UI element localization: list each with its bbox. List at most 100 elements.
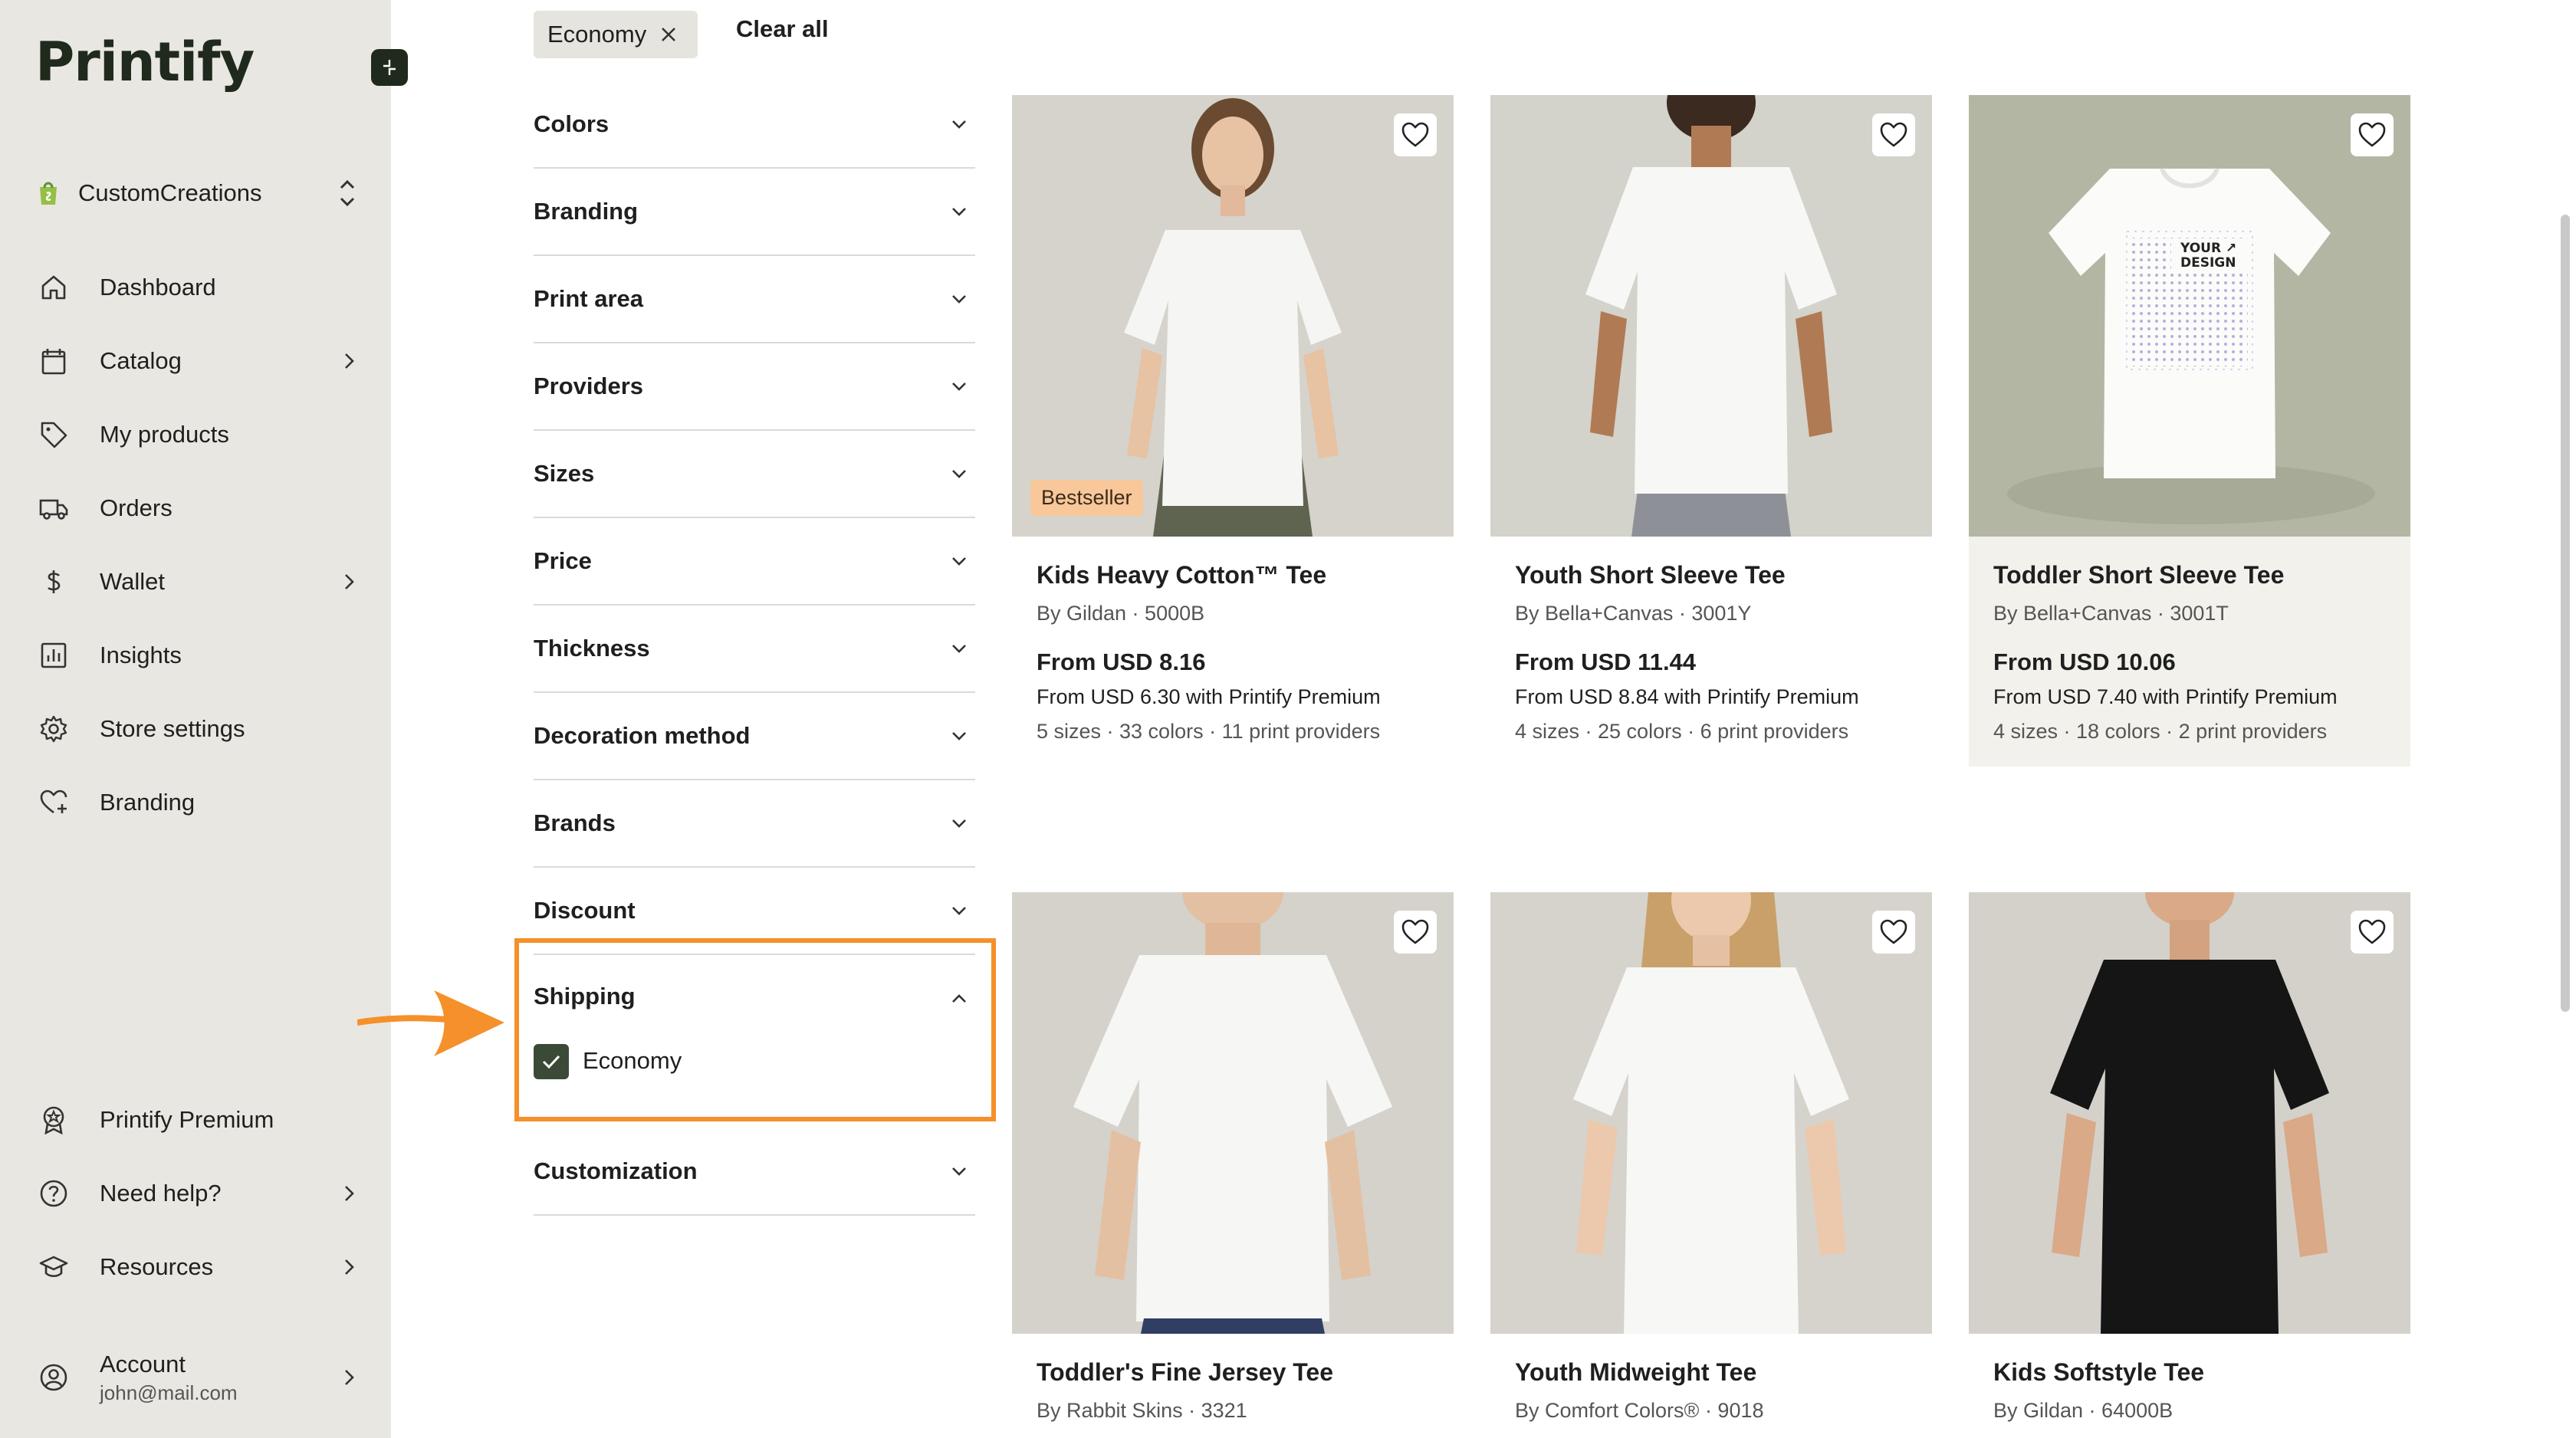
nav-resources[interactable]: Resources — [37, 1240, 359, 1294]
nav-my-products[interactable]: My products — [37, 408, 359, 461]
filter-thickness[interactable]: Thickness — [534, 606, 975, 693]
model-photo — [1585, 95, 1837, 537]
collapse-sidebar-button[interactable] — [371, 49, 408, 86]
store-switcher[interactable]: CustomCreations — [37, 170, 359, 216]
scrollbar[interactable] — [2561, 215, 2570, 1012]
nav-branding[interactable]: Branding — [37, 776, 359, 829]
chevron-down-icon — [952, 907, 966, 915]
nav-account[interactable]: Account john@mail.com — [37, 1349, 359, 1406]
nav-catalog[interactable]: Catalog — [37, 334, 359, 388]
product-price: From USD 11.44 — [1515, 648, 1697, 675]
nav-printify-premium[interactable]: Printify Premium — [37, 1093, 359, 1147]
nav-need-help[interactable]: Need help? — [37, 1167, 359, 1220]
economy-checkbox[interactable] — [534, 1044, 569, 1079]
tshirt-mockup: YOUR ↗ DESIGN — [2007, 167, 2375, 524]
nav-orders-label: Orders — [100, 494, 172, 521]
product-name[interactable]: Youth Midweight Tee — [1515, 1358, 1907, 1387]
svg-text:DESIGN: DESIGN — [2180, 255, 2236, 271]
filter-shipping[interactable]: Shipping — [534, 983, 636, 1010]
product-name[interactable]: Toddler's Fine Jersey Tee — [1037, 1358, 1429, 1387]
checkmark-icon — [542, 1055, 560, 1069]
product-card[interactable]: Toddler's Fine Jersey Tee By Rabbit Skin… — [1012, 892, 1454, 1438]
filter-label: Branding — [534, 198, 639, 225]
filter-print-area[interactable]: Print area — [534, 256, 975, 343]
product-premium-price: From USD 8.84 with Printify Premium — [1515, 685, 1859, 708]
tag-icon — [37, 418, 71, 451]
nav-branding-label: Branding — [100, 789, 196, 816]
filter-label: Discount — [534, 897, 636, 924]
product-card[interactable]: Kids Softstyle Tee By Gildan · 64000B — [1969, 892, 2410, 1438]
product-image[interactable]: YOUR ↗ DESIGN — [1969, 95, 2410, 537]
filter-price[interactable]: Price — [534, 518, 975, 606]
product-name[interactable]: Kids Softstyle Tee — [1993, 1358, 2386, 1387]
product-image[interactable]: Bestseller — [1012, 95, 1454, 537]
clear-all-button[interactable]: Clear all — [736, 15, 829, 43]
product-name[interactable]: Toddler Short Sleeve Tee — [1993, 561, 2386, 589]
product-name[interactable]: Youth Short Sleeve Tee — [1515, 561, 1907, 589]
product-card[interactable]: Bestseller Kids Heavy Cotton™ Tee By Gil… — [1012, 95, 1454, 767]
gear-icon — [37, 712, 71, 746]
filter-label: Decoration method — [534, 722, 751, 749]
filter-providers[interactable]: Providers — [534, 343, 975, 431]
product-card[interactable]: Youth Midweight Tee By Comfort Colors® ·… — [1490, 892, 1932, 1438]
product-meta: 4 sizes · 25 colors · 6 print providers — [1515, 720, 1849, 743]
favorite-button[interactable] — [1872, 911, 1915, 954]
shipping-highlight-box — [514, 938, 996, 1121]
nav-wallet[interactable]: Wallet — [37, 555, 359, 609]
filter-label: Price — [534, 547, 592, 574]
close-icon[interactable] — [659, 25, 678, 44]
filter-branding[interactable]: Branding — [534, 169, 975, 256]
filter-label: Providers — [534, 373, 644, 399]
heart-icon — [2358, 919, 2386, 944]
chevron-up-icon[interactable] — [949, 989, 969, 1009]
chevron-down-icon — [952, 208, 966, 216]
product-card[interactable]: Youth Short Sleeve Tee By Bella+Canvas ·… — [1490, 95, 1932, 767]
chevron-down-icon — [952, 732, 966, 740]
filter-brands[interactable]: Brands — [534, 780, 975, 868]
active-filter-label: Economy — [547, 21, 647, 48]
nav-store-settings-label: Store settings — [100, 715, 245, 742]
product-price: From USD 10.06 — [1993, 648, 2176, 675]
heart-icon — [2358, 122, 2386, 147]
nav-wallet-label: Wallet — [100, 568, 165, 595]
nav-need-help-label: Need help? — [100, 1180, 222, 1207]
product-brand: By Gildan · 5000B — [1037, 602, 1205, 625]
chevron-down-icon — [952, 120, 966, 129]
product-image[interactable] — [1969, 892, 2410, 1334]
nav-dashboard-label: Dashboard — [100, 274, 216, 300]
favorite-button[interactable] — [1872, 113, 1915, 156]
orange-arrow-icon — [357, 990, 504, 1056]
chevron-right-icon — [345, 1259, 354, 1275]
heart-icon — [1401, 919, 1429, 944]
collapse-icon — [383, 60, 396, 75]
favorite-button[interactable] — [1394, 113, 1437, 156]
filter-customization[interactable]: Customization — [534, 1128, 975, 1216]
nav-store-settings[interactable]: Store settings — [37, 702, 359, 756]
nav-insights[interactable]: Insights — [37, 629, 359, 682]
filter-label: Thickness — [534, 635, 650, 662]
nav-insights-label: Insights — [100, 642, 182, 668]
nav-orders[interactable]: Orders — [37, 481, 359, 535]
economy-checkbox-label[interactable]: Economy — [583, 1047, 682, 1075]
favorite-button[interactable] — [2351, 911, 2394, 954]
filter-sizes[interactable]: Sizes — [534, 431, 975, 518]
product-image[interactable] — [1490, 892, 1932, 1334]
product-meta: 4 sizes · 18 colors · 2 print providers — [1993, 720, 2328, 743]
active-filter-chip[interactable]: Economy — [534, 11, 698, 58]
user-circle-icon — [37, 1361, 71, 1394]
product-image[interactable] — [1012, 892, 1454, 1334]
product-card[interactable]: YOUR ↗ DESIGN Toddler Short Sleeve Tee B… — [1969, 95, 2410, 767]
favorite-button[interactable] — [2351, 113, 2394, 156]
chevron-right-icon — [345, 1186, 354, 1201]
chevron-down-icon — [952, 1167, 966, 1176]
printify-logo[interactable]: Printify — [35, 31, 255, 94]
nav-dashboard[interactable]: Dashboard — [37, 261, 359, 314]
filter-decoration-method[interactable]: Decoration method — [534, 693, 975, 780]
favorite-button[interactable] — [1394, 911, 1437, 954]
product-price: From USD 8.16 — [1037, 648, 1206, 675]
product-name[interactable]: Kids Heavy Cotton™ Tee — [1037, 561, 1429, 589]
nav-my-products-label: My products — [100, 421, 229, 448]
product-image[interactable] — [1490, 95, 1932, 537]
filter-colors[interactable]: Colors — [534, 81, 975, 169]
chevron-down-icon — [952, 295, 966, 304]
